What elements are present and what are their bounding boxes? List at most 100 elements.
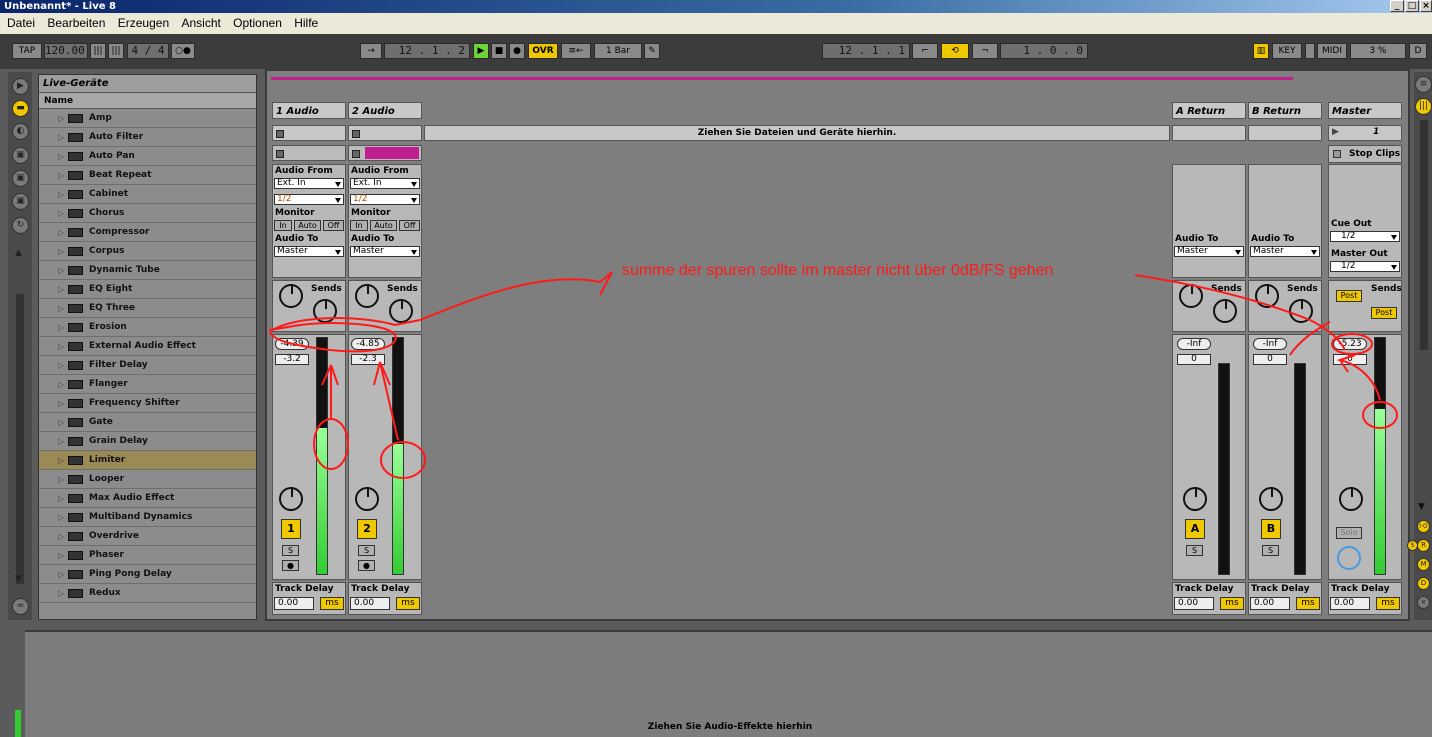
- browser-item[interactable]: ▷ Dynamic Tube: [39, 261, 256, 280]
- browser-item[interactable]: ▷ Looper: [39, 470, 256, 489]
- track-1-delay-field[interactable]: 0.00 ms: [274, 597, 348, 611]
- expand-icon[interactable]: ▷: [58, 546, 64, 565]
- delay-unit-button[interactable]: ms: [1220, 597, 1244, 610]
- send-b-knob[interactable]: [313, 299, 337, 323]
- expand-icon[interactable]: ▷: [58, 527, 64, 546]
- return-a-activator[interactable]: A: [1185, 519, 1205, 539]
- browser-scrollbar[interactable]: [16, 294, 24, 584]
- pan-knob[interactable]: [1339, 487, 1363, 511]
- drop-zone[interactable]: Ziehen Sie Dateien und Geräte hierhin.: [424, 125, 1170, 141]
- scroll-down-icon[interactable]: ▼: [1418, 502, 1425, 512]
- return-b-delay-field[interactable]: 0.00 ms: [1250, 597, 1324, 611]
- monitor-auto[interactable]: Auto: [294, 220, 321, 231]
- clip-slot[interactable]: [348, 125, 422, 141]
- browser-item[interactable]: ▷ Multiband Dynamics: [39, 508, 256, 527]
- expand-icon[interactable]: ▷: [58, 394, 64, 413]
- browser-item[interactable]: ▷ EQ Three: [39, 299, 256, 318]
- browser-item[interactable]: ▷ Auto Pan: [39, 147, 256, 166]
- play-icon[interactable]: ▶: [473, 43, 489, 59]
- send-a-knob[interactable]: [1179, 284, 1203, 308]
- track-2-activator[interactable]: 2: [357, 519, 377, 539]
- cue-out-select[interactable]: 1/2: [1330, 231, 1400, 242]
- maximize-button[interactable]: □: [1405, 0, 1419, 12]
- track-1-output-select[interactable]: Master: [274, 246, 344, 257]
- return-a-volume[interactable]: -Inf: [1177, 338, 1211, 350]
- browser-item[interactable]: ▷ Phaser: [39, 546, 256, 565]
- groove-pool-icon[interactable]: ≈: [12, 598, 29, 615]
- minimize-button[interactable]: _: [1390, 0, 1404, 12]
- track-1-volume[interactable]: -4.39: [275, 338, 309, 350]
- track-2-input-select[interactable]: Ext. In: [350, 178, 420, 189]
- send-a-knob[interactable]: [355, 284, 379, 308]
- menu-ansicht[interactable]: Ansicht: [181, 16, 220, 30]
- folder-2-icon[interactable]: ▣: [12, 170, 29, 187]
- loop-start-field[interactable]: 12 . 1 . 1: [822, 43, 910, 59]
- arrangement-view-icon[interactable]: ≡: [1415, 76, 1432, 93]
- expand-icon[interactable]: ▷: [58, 280, 64, 299]
- track-2-channel-select[interactable]: 1/2: [350, 194, 420, 205]
- scroll-up-icon[interactable]: ▲: [15, 248, 22, 258]
- delay-value[interactable]: 0.00: [1330, 597, 1370, 610]
- scene-1-launch[interactable]: ▶ 1: [1328, 125, 1402, 141]
- returns-toggle-icon[interactable]: R: [1417, 539, 1430, 552]
- expand-icon[interactable]: ▷: [58, 299, 64, 318]
- send-a-knob[interactable]: [1255, 284, 1279, 308]
- signature-field[interactable]: 4 / 4: [127, 43, 169, 59]
- send-b-knob[interactable]: [1213, 299, 1237, 323]
- browser-item[interactable]: ▷ Corpus: [39, 242, 256, 261]
- io-toggle-icon[interactable]: I·O: [1417, 520, 1430, 533]
- browser-item[interactable]: ▷ Auto Filter: [39, 128, 256, 147]
- overview-bar[interactable]: [271, 77, 1293, 80]
- expand-icon[interactable]: ▷: [58, 185, 64, 204]
- send-b-knob[interactable]: [389, 299, 413, 323]
- browser-item[interactable]: ▷ Beat Repeat: [39, 166, 256, 185]
- punch-in-icon[interactable]: ⌐: [912, 43, 938, 59]
- expand-icon[interactable]: ▷: [58, 375, 64, 394]
- expand-icon[interactable]: ▷: [58, 204, 64, 223]
- scene-launch-icon[interactable]: ▶: [1332, 127, 1339, 137]
- track-1-activator[interactable]: 1: [281, 519, 301, 539]
- browser-item[interactable]: ▷ EQ Eight: [39, 280, 256, 299]
- browser-item[interactable]: ▷ Amp: [39, 109, 256, 128]
- return-a-output-select[interactable]: Master: [1174, 246, 1244, 257]
- punch-out-icon[interactable]: ¬: [972, 43, 998, 59]
- monitor-in[interactable]: In: [350, 220, 368, 231]
- menu-erzeugen[interactable]: Erzeugen: [118, 16, 169, 30]
- track-2-volume[interactable]: -4.85: [351, 338, 385, 350]
- back-to-arrangement-icon[interactable]: ≡←: [561, 43, 591, 59]
- track-1-solo[interactable]: S: [282, 545, 299, 556]
- delay-unit-button[interactable]: ms: [396, 597, 420, 610]
- expand-icon[interactable]: ▷: [58, 451, 64, 470]
- browser-toggle-icon[interactable]: ▶: [12, 78, 29, 95]
- master-volume[interactable]: -5.23: [1333, 338, 1367, 350]
- expand-icon[interactable]: ▷: [58, 223, 64, 242]
- browser-item[interactable]: ▷ Flanger: [39, 375, 256, 394]
- track-1-arm[interactable]: ●: [282, 560, 299, 571]
- browser-item[interactable]: ▷ Cabinet: [39, 185, 256, 204]
- delay-value[interactable]: 0.00: [1250, 597, 1290, 610]
- send-b-knob[interactable]: [1289, 299, 1313, 323]
- track-2-arm[interactable]: ●: [358, 560, 375, 571]
- loop-switch-icon[interactable]: ⟲: [941, 43, 969, 59]
- track-2-pan[interactable]: -2.3: [351, 354, 385, 365]
- master-out-select[interactable]: 1/2: [1330, 261, 1400, 272]
- clip-stop-button[interactable]: [352, 130, 360, 138]
- return-a-header[interactable]: A Return: [1172, 102, 1246, 119]
- browser-item[interactable]: ▷ Grain Delay: [39, 432, 256, 451]
- send-b-post-button[interactable]: Post: [1371, 307, 1397, 319]
- return-b-activator[interactable]: B: [1261, 519, 1281, 539]
- folder-1-icon[interactable]: ▣: [12, 147, 29, 164]
- browser-item[interactable]: ▷ Compressor: [39, 223, 256, 242]
- delay-toggle-icon[interactable]: D: [1417, 577, 1430, 590]
- track-2-status[interactable]: [348, 145, 422, 161]
- browser-item[interactable]: ▷ Ping Pong Delay: [39, 565, 256, 584]
- mixer-toggle-icon[interactable]: M: [1417, 558, 1430, 571]
- track-1-input-select[interactable]: Ext. In: [274, 178, 344, 189]
- stop-icon[interactable]: ■: [491, 43, 507, 59]
- loop-length-field[interactable]: 1 . 0 . 0: [1000, 43, 1088, 59]
- expand-icon[interactable]: ▷: [58, 147, 64, 166]
- browser-column-name[interactable]: Name: [39, 93, 256, 109]
- monitor-in[interactable]: In: [274, 220, 292, 231]
- expand-icon[interactable]: ▷: [58, 565, 64, 584]
- overdub-button[interactable]: OVR: [528, 43, 558, 59]
